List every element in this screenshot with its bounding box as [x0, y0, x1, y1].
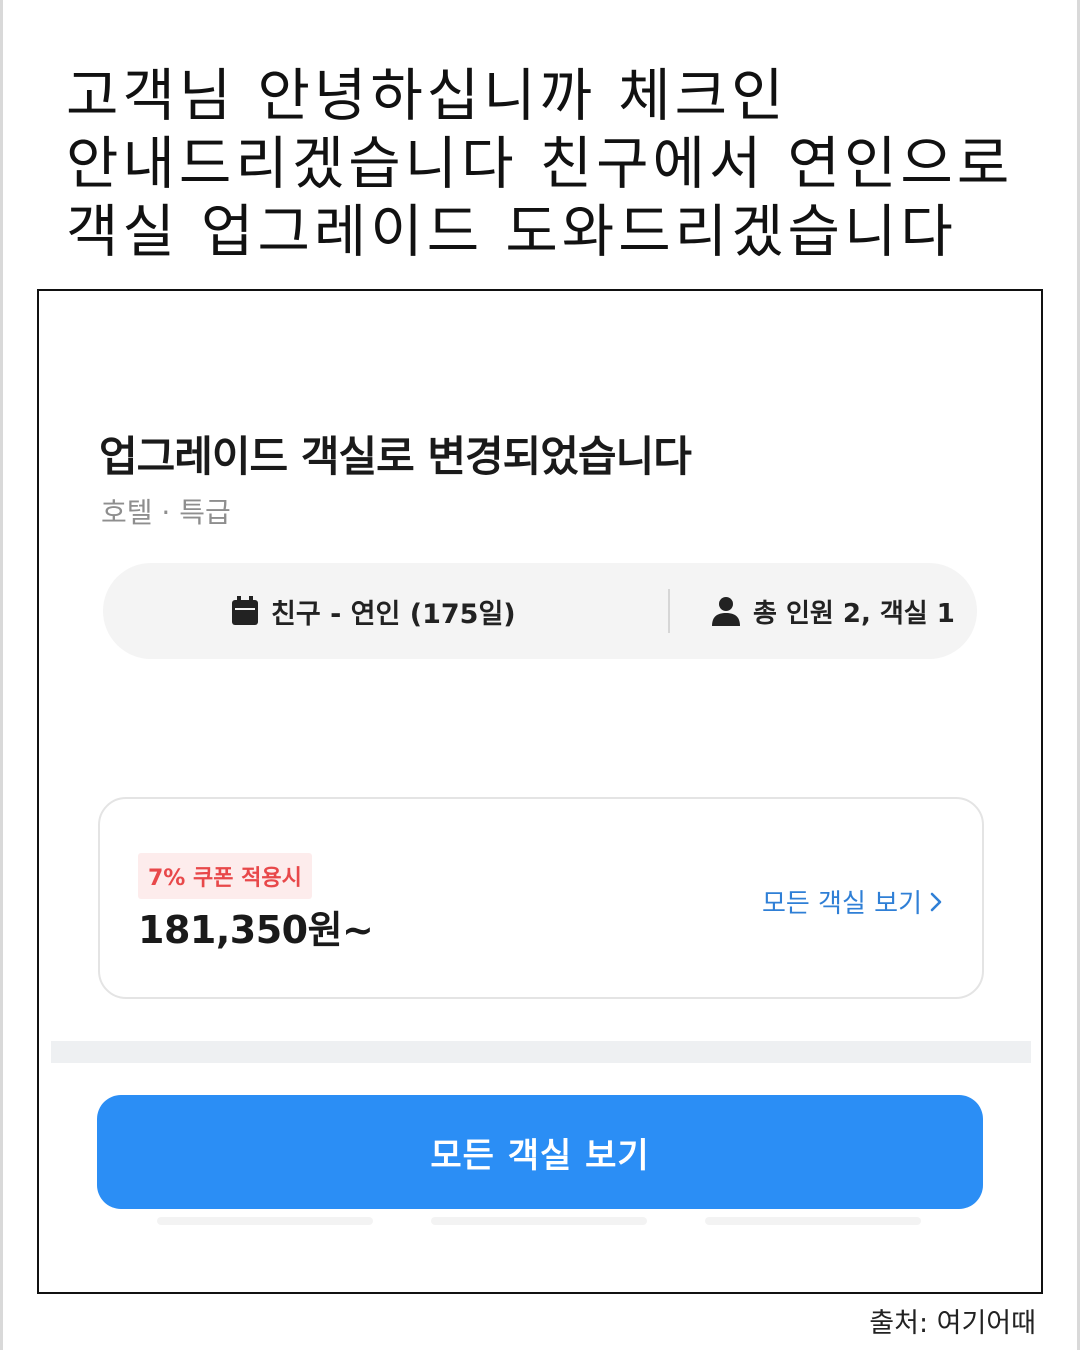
- faded-tab: [705, 1217, 921, 1225]
- faded-tab: [431, 1217, 647, 1225]
- meme-caption: 고객님 안녕하십니까 체크인 안내드리겠습니다 친구에서 연인으로 객실 업그레…: [66, 62, 1056, 266]
- page-title: 업그레이드 객실로 변경되었습니다: [99, 432, 692, 481]
- coupon-badge: 7% 쿠폰 적용시: [138, 853, 312, 899]
- caption-line: 안내드리겠습니다 친구에서 연인으로: [66, 131, 1014, 197]
- divider: [668, 589, 670, 633]
- view-all-rooms-link-label: 모든 객실 보기: [761, 889, 922, 919]
- faded-tab: [157, 1217, 373, 1225]
- caption-line: 고객님 안녕하십니까 체크인: [66, 63, 788, 129]
- source-credit: 출처: 여기어때: [869, 1308, 1036, 1339]
- page-edge-left: [0, 0, 3, 1350]
- app-screenshot-frame: 업그레이드 객실로 변경되었습니다 호텔 · 특급 친구 - 연인 (175일): [37, 289, 1043, 1294]
- guest-room-count[interactable]: 총 인원 2, 객실 1: [711, 563, 955, 659]
- booking-info-bar[interactable]: 친구 - 연인 (175일) 총 인원 2, 객실 1: [103, 563, 977, 659]
- section-separator: [51, 1041, 1031, 1063]
- person-icon: [711, 596, 741, 626]
- chevron-right-icon: [930, 892, 942, 912]
- stay-period-label: 친구 - 연인 (175일): [271, 598, 516, 630]
- price-card: 7% 쿠폰 적용시 181,350원~ 모든 객실 보기: [98, 797, 984, 999]
- stay-period[interactable]: 친구 - 연인 (175일): [231, 563, 516, 659]
- guest-room-label: 총 인원 2, 객실 1: [753, 598, 955, 629]
- hotel-category: 호텔 · 특급: [101, 496, 231, 529]
- room-price: 181,350원~: [138, 908, 374, 952]
- view-all-rooms-link[interactable]: 모든 객실 보기: [762, 883, 942, 920]
- calendar-icon: [231, 596, 259, 626]
- caption-line: 객실 업그레이드 도와드리겠습니다: [66, 199, 957, 265]
- view-all-rooms-button[interactable]: 모든 객실 보기: [97, 1095, 983, 1209]
